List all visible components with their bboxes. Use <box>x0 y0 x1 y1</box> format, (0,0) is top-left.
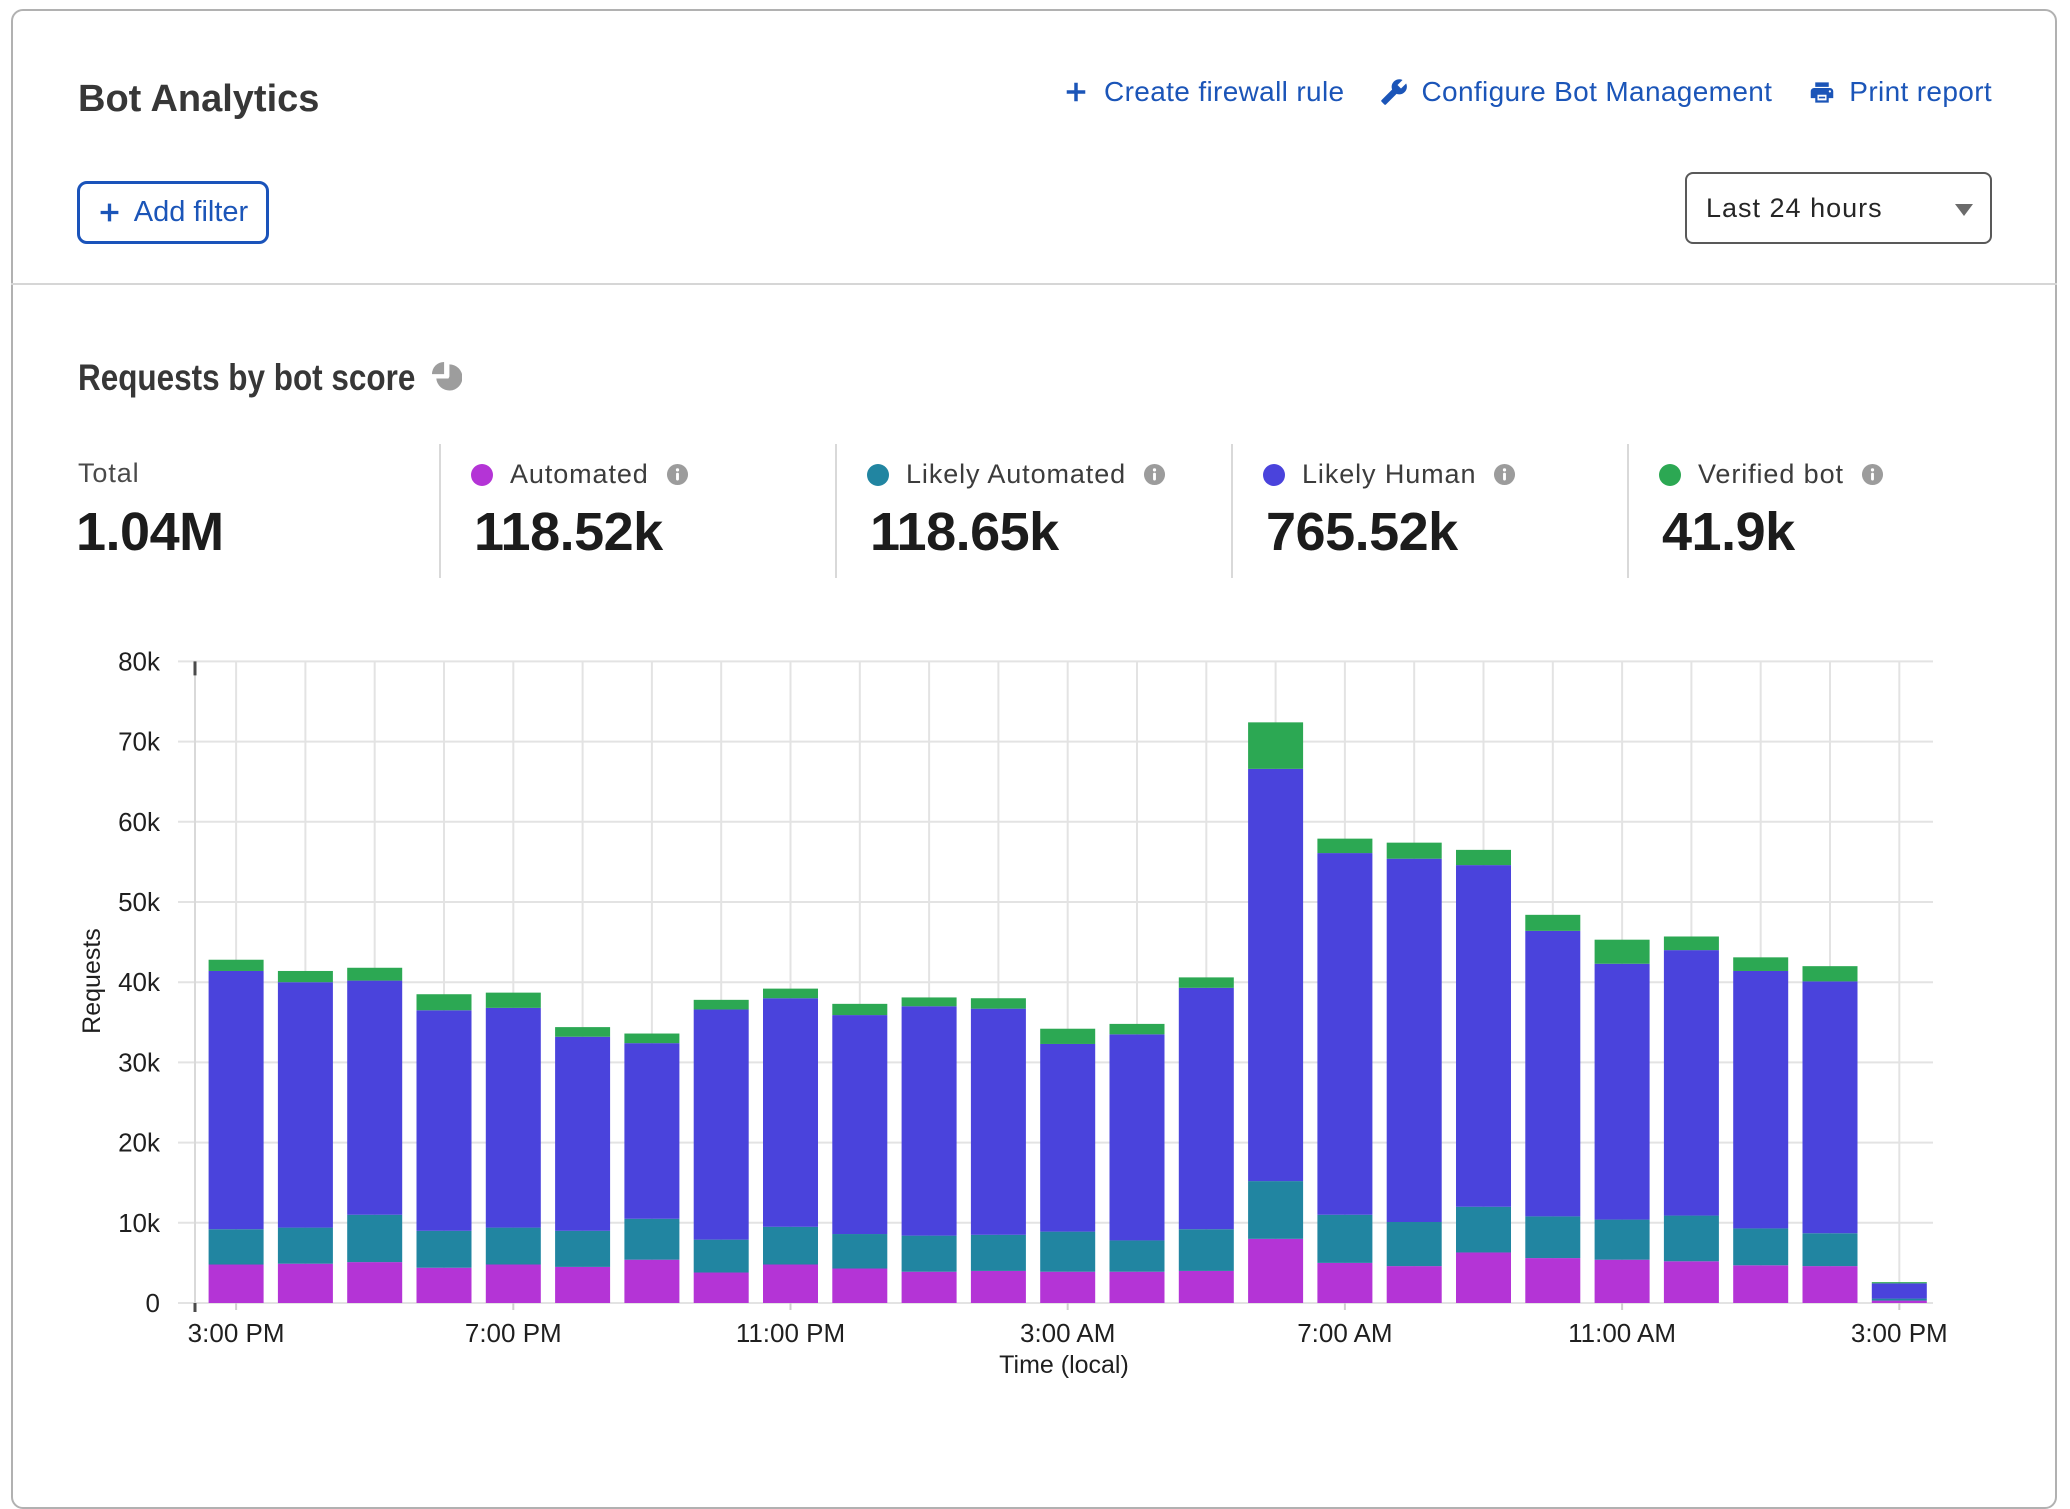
svg-text:0: 0 <box>146 1288 160 1318</box>
svg-text:10k: 10k <box>118 1208 161 1238</box>
svg-text:11:00 AM: 11:00 AM <box>1568 1318 1676 1348</box>
svg-text:80k: 80k <box>118 646 161 676</box>
svg-text:70k: 70k <box>118 727 161 757</box>
svg-text:30k: 30k <box>118 1047 161 1077</box>
svg-text:20k: 20k <box>118 1128 161 1158</box>
svg-text:Requests: Requests <box>78 928 106 1034</box>
svg-text:11:00 PM: 11:00 PM <box>736 1318 845 1348</box>
svg-text:3:00 PM: 3:00 PM <box>188 1318 285 1348</box>
svg-text:Time (local): Time (local) <box>999 1351 1129 1379</box>
svg-text:7:00 PM: 7:00 PM <box>465 1318 562 1348</box>
svg-text:3:00 PM: 3:00 PM <box>1851 1318 1948 1348</box>
svg-text:60k: 60k <box>118 807 161 837</box>
svg-text:7:00 AM: 7:00 AM <box>1297 1318 1392 1348</box>
svg-text:40k: 40k <box>118 967 161 997</box>
svg-text:3:00 AM: 3:00 AM <box>1020 1318 1115 1348</box>
svg-text:50k: 50k <box>118 887 161 917</box>
